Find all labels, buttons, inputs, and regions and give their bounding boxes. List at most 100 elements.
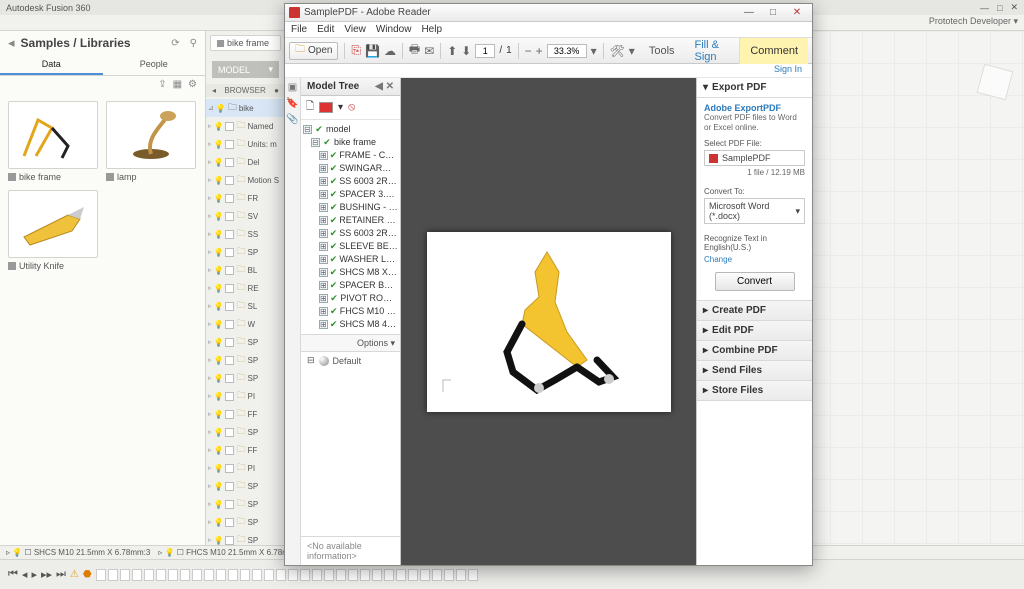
chevron-down-icon[interactable]: ▾ xyxy=(629,44,635,58)
tree-row[interactable]: ▹💡🗀Del xyxy=(206,153,285,171)
signin-link[interactable]: Sign In xyxy=(285,64,812,78)
stop-icon[interactable]: ⦸ xyxy=(348,101,355,114)
panel-close-icon[interactable]: ◀ ✕ xyxy=(375,81,394,92)
bookmark-icon[interactable]: 🔖 xyxy=(286,98,298,109)
model-tree-item[interactable]: ⊞✔FHCS M10 21.5m xyxy=(303,305,398,318)
model-tree-item[interactable]: ⊞✔WASHER LOCK M xyxy=(303,253,398,266)
tree-row[interactable]: ▹💡🗀Units: m xyxy=(206,135,285,153)
model-tree-item[interactable]: ⊞✔FRAME - CARBON xyxy=(303,149,398,162)
tab-people[interactable]: People xyxy=(103,55,206,75)
view-cube[interactable] xyxy=(977,64,1014,101)
tree-row[interactable]: ▹💡🗀FF xyxy=(206,441,285,459)
reader-close-icon[interactable]: ✕ xyxy=(786,6,808,19)
color-swatch[interactable] xyxy=(319,102,333,113)
tree-row[interactable]: ▹💡🗀PI xyxy=(206,459,285,477)
section-store[interactable]: ▸Store Files xyxy=(697,381,812,401)
tree-row[interactable]: ▹💡🗀SP xyxy=(206,351,285,369)
grid-icon[interactable]: ▦ xyxy=(173,79,182,90)
thumbnails-icon[interactable]: ▣ xyxy=(288,82,297,93)
save-icon[interactable]: 💾 xyxy=(365,44,380,58)
tree-row[interactable]: ▹💡🗀RE xyxy=(206,279,285,297)
zoom-input[interactable] xyxy=(547,44,587,58)
attachment-icon[interactable]: 📎 xyxy=(286,114,298,125)
section-combine[interactable]: ▸Combine PDF xyxy=(697,341,812,361)
workspace-switcher[interactable]: MODEL▾ xyxy=(212,61,279,78)
section-create[interactable]: ▸Create PDF xyxy=(697,301,812,321)
design-tab[interactable]: bike frame xyxy=(210,35,281,51)
tree-row[interactable]: ▹💡🗀PI xyxy=(206,387,285,405)
model-tree-item[interactable]: ⊞✔SLEEVE BEARING F xyxy=(303,240,398,253)
tool-icon[interactable]: 🛠 xyxy=(610,44,625,58)
tree-row[interactable]: ▹💡🗀SP xyxy=(206,495,285,513)
tab-fill-sign[interactable]: Fill & Sign xyxy=(685,38,740,64)
page-input[interactable] xyxy=(475,44,495,58)
model-tree-item[interactable]: ⊞✔SPACER 3.5 X 17 X xyxy=(303,188,398,201)
reader-minimize-icon[interactable]: — xyxy=(738,6,760,19)
mail-icon[interactable]: ✉ xyxy=(424,44,434,58)
tab-comment[interactable]: Comment xyxy=(739,38,808,64)
card-utility-knife[interactable]: Utility Knife xyxy=(8,190,98,271)
model-tree-item[interactable]: ⊞✔BUSHING - 17mm xyxy=(303,201,398,214)
cloud-icon[interactable]: ☁ xyxy=(384,44,396,58)
zoom-in-icon[interactable]: + xyxy=(536,44,543,58)
tree-row[interactable]: ▹💡🗀SL xyxy=(206,297,285,315)
minimize-icon[interactable]: — xyxy=(980,3,989,13)
options-button[interactable]: Options ▾ xyxy=(301,334,400,352)
tree-row[interactable]: ▹💡🗀Named xyxy=(206,117,285,135)
tree-row[interactable]: ▹💡🗀FR xyxy=(206,189,285,207)
model-tree-item[interactable]: ⊞✔RETAINER BUSHIN xyxy=(303,214,398,227)
convert-button[interactable]: Convert xyxy=(715,272,795,291)
page-prev-icon[interactable]: ⬆ xyxy=(447,44,457,58)
refresh-icon[interactable]: ⟳ xyxy=(171,38,179,49)
tree-row[interactable]: ▹💡🗀SP xyxy=(206,477,285,495)
reader-titlebar[interactable]: SamplePDF - Adobe Reader — □ ✕ xyxy=(285,4,812,22)
close-icon[interactable]: ✕ xyxy=(1010,2,1018,13)
reader-maximize-icon[interactable]: □ xyxy=(762,6,784,19)
model-tree-item[interactable]: ⊞✔SHCS M8 X 65mm xyxy=(303,266,398,279)
maximize-icon[interactable]: □ xyxy=(997,3,1002,13)
chevron-down-icon[interactable]: ▾ xyxy=(591,44,597,58)
chevron-down-icon[interactable]: ▾ xyxy=(338,102,343,113)
tree-row[interactable]: ▹💡🗀BL xyxy=(206,261,285,279)
convert-to-select[interactable]: Microsoft Word (*.docx)▾ xyxy=(704,198,805,224)
model-tree-item[interactable]: ⊞✔SHCS M8 40mm 1 xyxy=(303,318,398,331)
open-button[interactable]: 🗀Open xyxy=(289,42,338,60)
tree-row[interactable]: ▹💡🗀SP xyxy=(206,333,285,351)
menu-window[interactable]: Window xyxy=(376,24,412,35)
tab-data[interactable]: Data xyxy=(0,55,103,75)
tree-row[interactable]: ▹💡🗀FF xyxy=(206,405,285,423)
tree-row[interactable]: ▹💡🗀SP xyxy=(206,423,285,441)
menu-file[interactable]: File xyxy=(291,24,307,35)
change-link[interactable]: Change xyxy=(704,255,805,264)
back-icon[interactable]: ◂ xyxy=(8,35,15,51)
tree-row[interactable]: ▹💡🗀SV xyxy=(206,207,285,225)
model-tree-item[interactable]: ⊞✔SPACER BEARING xyxy=(303,279,398,292)
model-tree-item[interactable]: ⊞✔PIVOT ROCKER xyxy=(303,292,398,305)
browser-tree[interactable]: ⊿💡🗀bike▹💡🗀Named▹💡🗀Units: m▹💡🗀Del▹💡🗀Motio… xyxy=(206,97,285,545)
zoom-out-icon[interactable]: − xyxy=(525,44,532,58)
tree-row[interactable]: ▹💡🗀SS xyxy=(206,225,285,243)
section-export[interactable]: ▾Export PDF xyxy=(697,78,812,98)
tree-row[interactable]: ▹💡🗀SP xyxy=(206,369,285,387)
tree-row[interactable]: ▹💡🗀SP xyxy=(206,243,285,261)
model-tree-list[interactable]: ⊟✔model⊟✔bike frame⊞✔FRAME - CARBON⊞✔SWI… xyxy=(301,120,400,334)
model-tree-item[interactable]: ⊞✔SWINGARM - WEL xyxy=(303,162,398,175)
view-default[interactable]: ⊟Default xyxy=(301,352,400,369)
tree-row[interactable]: ▹💡🗀Motion S xyxy=(206,171,285,189)
selected-file-field[interactable]: SamplePDF xyxy=(704,150,805,166)
tab-tools[interactable]: Tools xyxy=(639,38,685,64)
page-next-icon[interactable]: ⬇ xyxy=(461,44,471,58)
model-tree-item[interactable]: ⊞✔SS 6003 2RS (8 X 1 xyxy=(303,227,398,240)
tree-row[interactable]: ▹💡🗀W xyxy=(206,315,285,333)
model-tree-item[interactable]: ⊞✔SS 6003 2RS (10 X xyxy=(303,175,398,188)
gear-icon[interactable]: ⚙ xyxy=(188,79,197,90)
menu-help[interactable]: Help xyxy=(421,24,442,35)
card-lamp[interactable]: lamp xyxy=(106,101,196,182)
menu-edit[interactable]: Edit xyxy=(317,24,334,35)
card-bike-frame[interactable]: bike frame xyxy=(8,101,98,182)
create-pdf-icon[interactable]: ⎘ xyxy=(351,43,361,58)
section-send[interactable]: ▸Send Files xyxy=(697,361,812,381)
model-tree-item[interactable]: ⊟✔model xyxy=(303,123,398,136)
document-view[interactable] xyxy=(401,78,696,565)
tree-row[interactable]: ▹💡🗀SP xyxy=(206,531,285,545)
